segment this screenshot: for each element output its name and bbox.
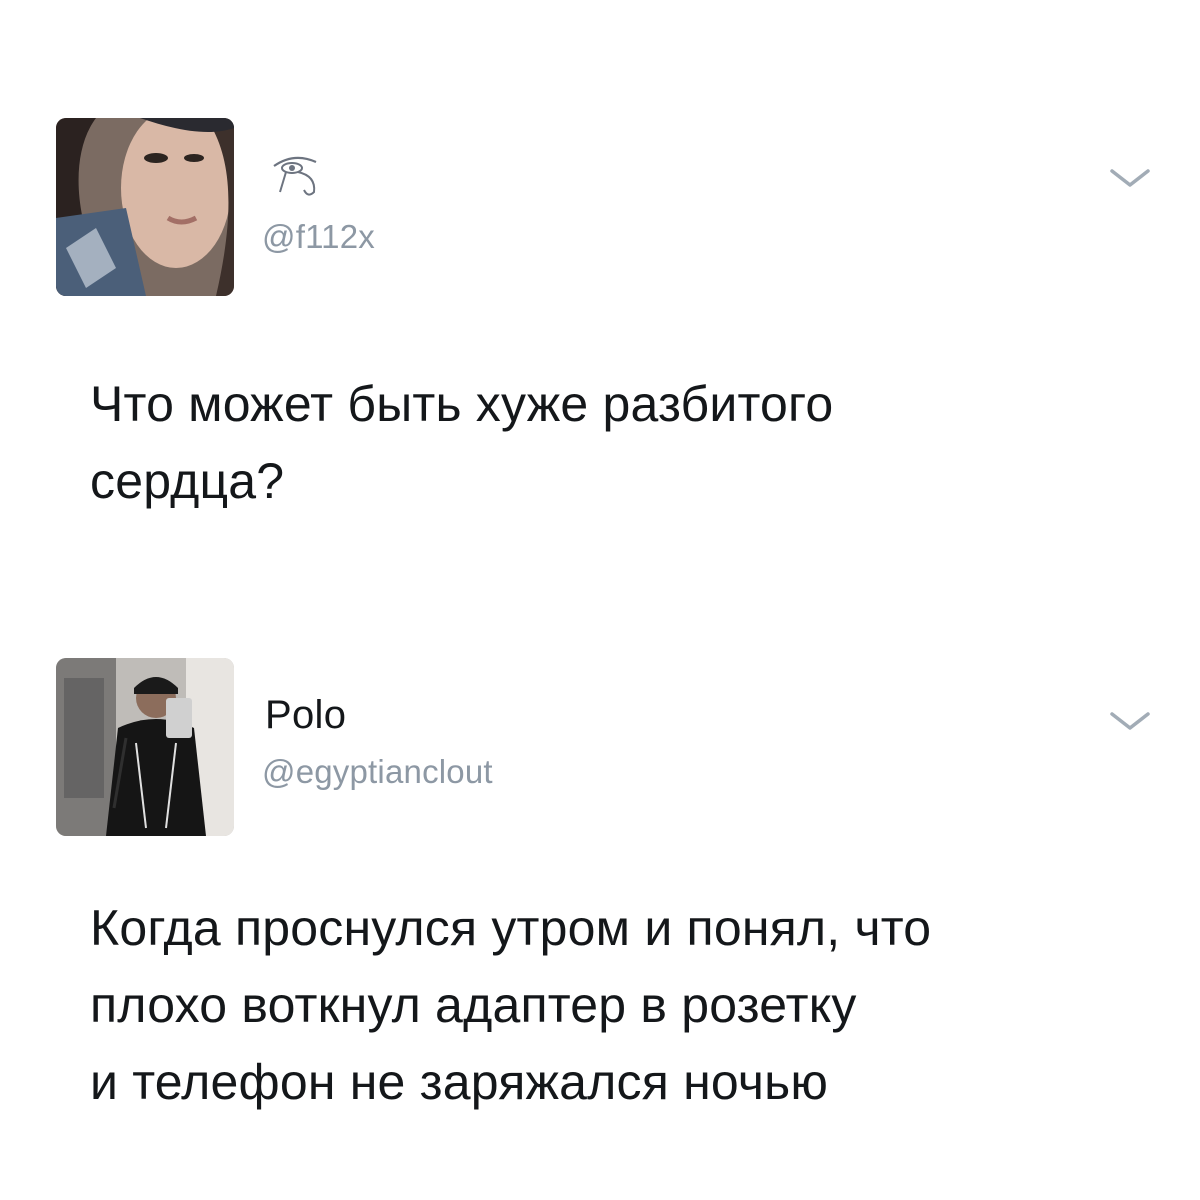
tweet-handle[interactable]: @f112x	[262, 218, 375, 256]
eye-of-horus-icon	[268, 152, 328, 205]
tweet-display-name[interactable]: Polo	[265, 693, 346, 738]
tweet-text: Когда проснулся утром и понял, что плохо…	[90, 900, 932, 1110]
avatar-egyptianclout[interactable]	[56, 658, 234, 836]
avatar-f112x[interactable]	[56, 118, 234, 296]
tweet-handle[interactable]: @egyptianclout	[262, 753, 493, 791]
avatar-photo	[56, 658, 234, 836]
chevron-down-icon[interactable]	[1106, 163, 1154, 193]
chevron-down-icon[interactable]	[1106, 706, 1154, 736]
avatar-photo	[56, 118, 234, 296]
tweet-text: Что может быть хуже разбитого сердца?	[90, 376, 834, 509]
